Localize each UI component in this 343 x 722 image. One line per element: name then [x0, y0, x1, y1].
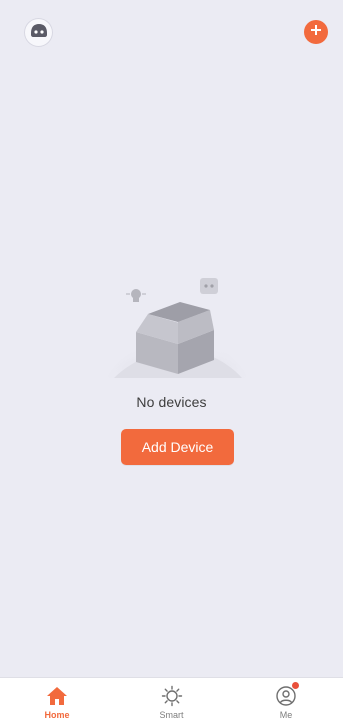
sun-icon	[159, 684, 185, 708]
empty-state: No devices Add Device	[0, 270, 343, 485]
home-screen: No devices Add Device Home Smart Me	[0, 0, 343, 722]
home-icon	[44, 684, 70, 708]
nav-me-label: Me	[279, 710, 293, 720]
no-devices-label: No devices	[136, 394, 207, 410]
nav-smart[interactable]: Smart	[115, 678, 229, 722]
notification-badge	[292, 682, 299, 689]
add-button[interactable]	[304, 20, 328, 44]
nav-home-label: Home	[44, 710, 70, 720]
profile-avatar[interactable]	[24, 18, 53, 47]
nav-smart-label: Smart	[159, 710, 184, 720]
open-box-illustration	[104, 270, 250, 385]
nav-me[interactable]: Me	[229, 678, 343, 722]
add-device-button[interactable]: Add Device	[121, 429, 234, 465]
plus-icon	[310, 23, 322, 41]
robot-avatar-icon	[30, 23, 48, 42]
nav-home[interactable]: Home	[0, 678, 114, 722]
bottom-navigation: Home Smart Me	[0, 678, 343, 722]
header	[0, 18, 343, 48]
